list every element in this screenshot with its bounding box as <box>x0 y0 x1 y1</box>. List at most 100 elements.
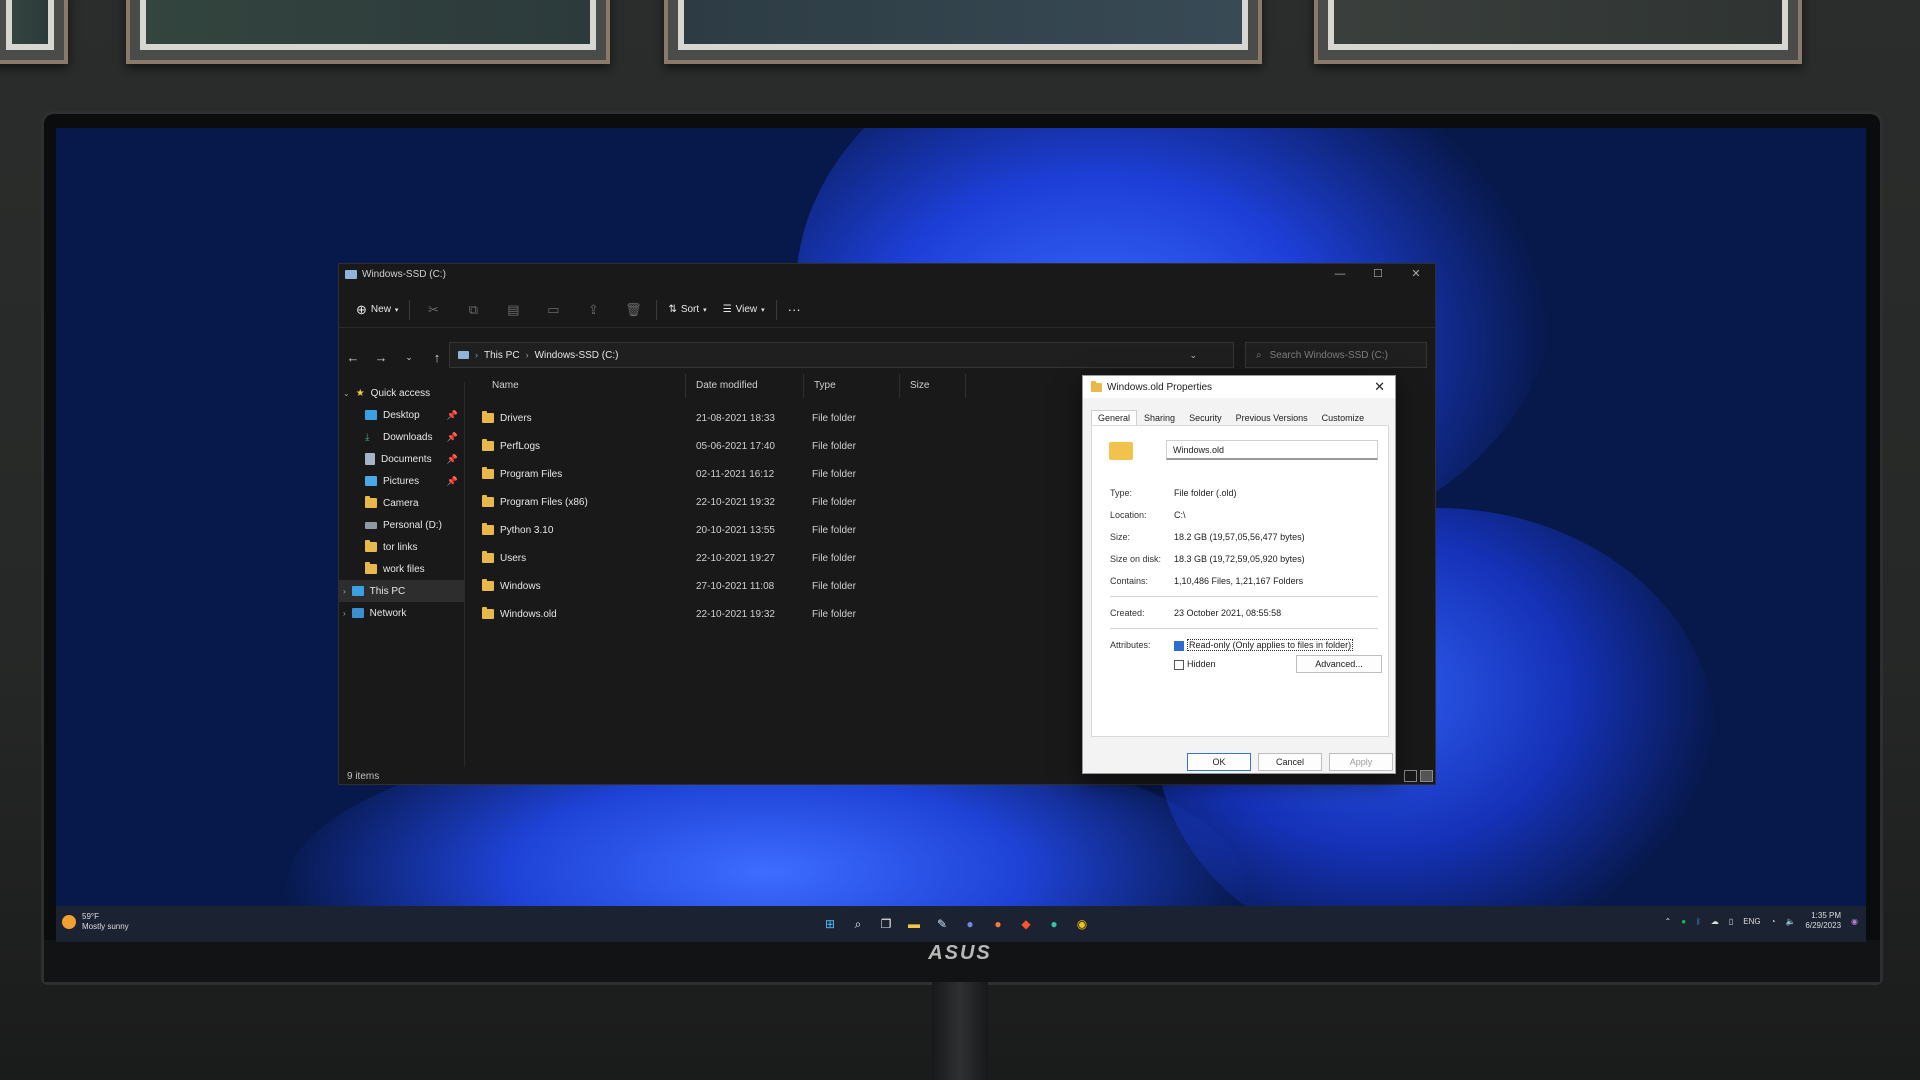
up-arrow-icon[interactable]: ↑ <box>423 350 451 365</box>
search-icon[interactable]: ⌕ <box>848 914 868 934</box>
tab-security[interactable]: Security <box>1182 410 1229 426</box>
more-options-button[interactable]: ··· <box>783 298 806 322</box>
nav-this-pc[interactable]: › This PC <box>339 580 464 602</box>
address-bar[interactable]: › This PC › Windows-SSD (C:) ⌄ ↻ <box>449 342 1263 368</box>
pin-icon: 📌 <box>446 475 458 486</box>
documents-icon <box>365 453 375 465</box>
type-value: File folder (.old) <box>1174 488 1237 498</box>
view-icon: ☰ <box>722 304 732 315</box>
location-value: C:\ <box>1174 510 1186 520</box>
edge-icon[interactable]: ● <box>1044 914 1064 934</box>
column-size[interactable]: Size <box>900 374 966 398</box>
breadcrumb-this-pc[interactable]: This PC <box>484 350 520 361</box>
taskbar-apps: ⊞ ⌕ ❐ ▬ ✎ ● ● ◆ ● ◉ <box>820 914 1092 934</box>
explorer-titlebar[interactable]: Windows-SSD (C:) — ☐ ✕ <box>339 264 1435 284</box>
details-view-icon[interactable] <box>1404 770 1417 782</box>
task-view-icon[interactable]: ❐ <box>876 914 896 934</box>
clock[interactable]: 1:35 PM 6/29/2023 <box>1805 911 1841 931</box>
folder-icon <box>482 495 494 507</box>
advanced-button[interactable]: Advanced... <box>1296 655 1382 673</box>
nav-quick-access[interactable]: ⌄ ★ Quick access <box>339 382 464 404</box>
file-explorer-icon[interactable]: ▬ <box>904 914 924 934</box>
folder-icon <box>482 523 494 535</box>
nav-item-work-files[interactable]: work files <box>339 558 464 580</box>
delete-icon[interactable]: 🗑 <box>616 298 650 322</box>
cancel-button[interactable]: Cancel <box>1258 753 1322 771</box>
sort-icon: ⇅ <box>668 304 677 315</box>
usb-icon[interactable]: ▯ <box>1729 917 1733 926</box>
tiles-view-icon[interactable] <box>1420 770 1433 782</box>
volume-icon[interactable]: 🔈 <box>1785 917 1795 926</box>
firefox-icon[interactable]: ● <box>988 914 1008 934</box>
hidden-checkbox[interactable]: Hidden <box>1174 659 1216 670</box>
general-panel: Windows.old Type: File folder (.old) Loca… <box>1091 425 1389 737</box>
chevron-right-icon: › <box>343 608 346 618</box>
folder-icon <box>482 607 494 619</box>
readonly-checkbox[interactable]: Read-only (Only applies to files in fold… <box>1174 639 1354 651</box>
chevron-right-icon: › <box>343 586 346 596</box>
back-arrow-icon[interactable]: ← <box>339 350 367 365</box>
address-dropdown-icon[interactable]: ⌄ <box>1189 350 1197 361</box>
wifi-icon[interactable]: ◔ <box>1771 917 1776 926</box>
nav-item-desktop[interactable]: Desktop 📌 <box>339 404 464 426</box>
maximize-button[interactable]: ☐ <box>1359 264 1397 284</box>
folder-icon <box>482 551 494 563</box>
sort-button[interactable]: ⇅ Sort ▾ <box>663 298 711 322</box>
minimize-button[interactable]: — <box>1321 264 1359 284</box>
share-icon[interactable]: ⇪ <box>576 298 610 322</box>
brave-icon[interactable]: ◆ <box>1016 914 1036 934</box>
language-indicator[interactable]: ENG <box>1743 917 1760 926</box>
chevron-down-icon: ⌄ <box>343 388 350 398</box>
checkbox-icon <box>1174 659 1184 670</box>
copy-icon[interactable]: ⧉ <box>456 298 490 322</box>
nav-item-camera[interactable]: Camera <box>339 492 464 514</box>
column-date-modified[interactable]: Date modified <box>686 374 804 398</box>
nav-network[interactable]: › Network <box>339 602 464 624</box>
chrome-icon[interactable]: ◉ <box>1072 914 1092 934</box>
notepad-icon[interactable]: ✎ <box>932 914 952 934</box>
paste-icon[interactable]: ▤ <box>496 298 530 322</box>
chevron-down-icon: ▾ <box>703 306 707 314</box>
tab-previous-versions[interactable]: Previous Versions <box>1229 410 1315 426</box>
system-tray: ⌃ ● ᛒ ☁ ▯ ENG ◔ 🔈 1:35 PM 6/29/2023 ◉ <box>1665 911 1859 931</box>
tab-general[interactable]: General <box>1091 410 1138 426</box>
nav-item-tor-links[interactable]: tor links <box>339 536 464 558</box>
rename-icon[interactable]: ▭ <box>536 298 570 322</box>
view-button[interactable]: ☰ View ▾ <box>718 298 770 322</box>
breadcrumb-drive[interactable]: Windows-SSD (C:) <box>535 350 619 361</box>
recent-locations-icon[interactable]: ⌄ <box>395 352 423 363</box>
dialog-titlebar[interactable]: Windows.old Properties ✕ <box>1083 376 1395 398</box>
tab-sharing[interactable]: Sharing <box>1137 410 1182 426</box>
close-icon[interactable]: ✕ <box>1374 379 1385 395</box>
forward-arrow-icon[interactable]: → <box>367 350 395 365</box>
column-type[interactable]: Type <box>804 374 900 398</box>
network-icon <box>351 608 364 618</box>
discord-icon[interactable]: ● <box>960 914 980 934</box>
start-windows-icon[interactable]: ⊞ <box>820 914 840 934</box>
apply-button[interactable]: Apply <box>1329 753 1393 771</box>
drive-icon <box>365 521 377 529</box>
chevron-up-icon[interactable]: ⌃ <box>1665 917 1672 926</box>
onedrive-icon[interactable]: ☁ <box>1711 917 1719 926</box>
column-name[interactable]: Name <box>466 374 686 398</box>
ok-button[interactable]: OK <box>1187 753 1251 771</box>
cut-icon[interactable]: ✂ <box>416 298 450 322</box>
wall-frame <box>0 0 68 64</box>
nav-item-downloads[interactable]: ⤓ Downloads 📌 <box>339 426 464 448</box>
folder-icon <box>365 496 377 508</box>
nav-item-personal-d[interactable]: Personal (D:) <box>339 514 464 536</box>
notification-icon[interactable]: ◉ <box>1851 917 1858 926</box>
close-button[interactable]: ✕ <box>1397 264 1435 284</box>
nav-item-pictures[interactable]: Pictures 📌 <box>339 470 464 492</box>
folder-icon <box>365 562 377 574</box>
folder-icon <box>1109 442 1133 460</box>
spotify-icon[interactable]: ● <box>1681 917 1686 926</box>
nav-item-documents[interactable]: Documents 📌 <box>339 448 464 470</box>
folder-name-field[interactable]: Windows.old <box>1166 440 1378 460</box>
bluetooth-icon[interactable]: ᛒ <box>1696 917 1701 926</box>
search-box[interactable]: ⌕ Search Windows-SSD (C:) <box>1245 342 1427 368</box>
monitor-brand: ASUS <box>928 942 992 964</box>
new-button[interactable]: ⊕ New ▾ <box>351 298 403 322</box>
weather-widget[interactable]: 59°F Mostly sunny <box>62 912 129 932</box>
tab-customize[interactable]: Customize <box>1315 410 1372 426</box>
